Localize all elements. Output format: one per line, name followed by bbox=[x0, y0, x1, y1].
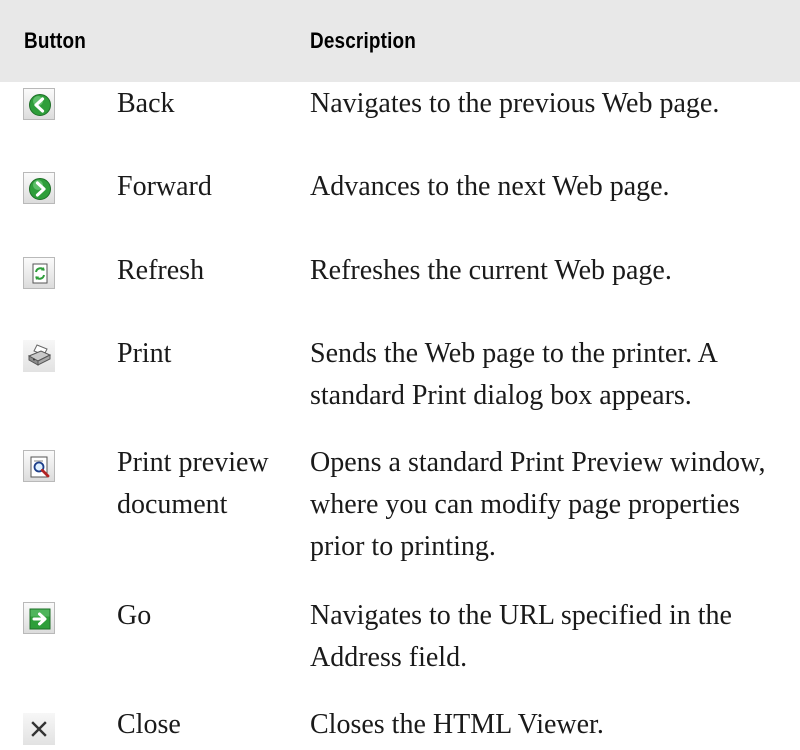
row-description: Sends the Web page to the printer. A sta… bbox=[310, 338, 717, 411]
button-description-table: Button Description Back Navigates to the… bbox=[0, 0, 800, 745]
print-preview-icon bbox=[23, 450, 55, 482]
row-name: Print bbox=[117, 338, 172, 369]
table-header: Button Description bbox=[0, 0, 800, 82]
row-description: Refreshes the current Web page. bbox=[310, 255, 672, 286]
refresh-icon bbox=[23, 257, 55, 289]
close-icon bbox=[23, 713, 55, 745]
header-button: Button bbox=[24, 28, 86, 53]
row-description: Navigates to the URL specified in the Ad… bbox=[310, 600, 732, 673]
row-name: Back bbox=[117, 88, 175, 119]
printer-icon bbox=[23, 340, 55, 372]
row-description: Advances to the next Web page. bbox=[310, 171, 670, 202]
row-description: Closes the HTML Viewer. bbox=[310, 709, 604, 740]
row-name: Refresh bbox=[117, 255, 205, 286]
row-description: Opens a standard Print Preview window, w… bbox=[310, 447, 766, 562]
forward-arrow-icon bbox=[23, 172, 55, 204]
back-arrow-icon bbox=[23, 88, 55, 120]
row-name: Go bbox=[117, 600, 152, 631]
go-arrow-icon bbox=[23, 602, 55, 634]
row-name: Print preview document bbox=[117, 447, 269, 520]
row-name: Forward bbox=[117, 171, 212, 202]
row-name: Close bbox=[117, 709, 181, 740]
header-description: Description bbox=[310, 28, 416, 53]
row-description: Navigates to the previous Web page. bbox=[310, 88, 720, 119]
